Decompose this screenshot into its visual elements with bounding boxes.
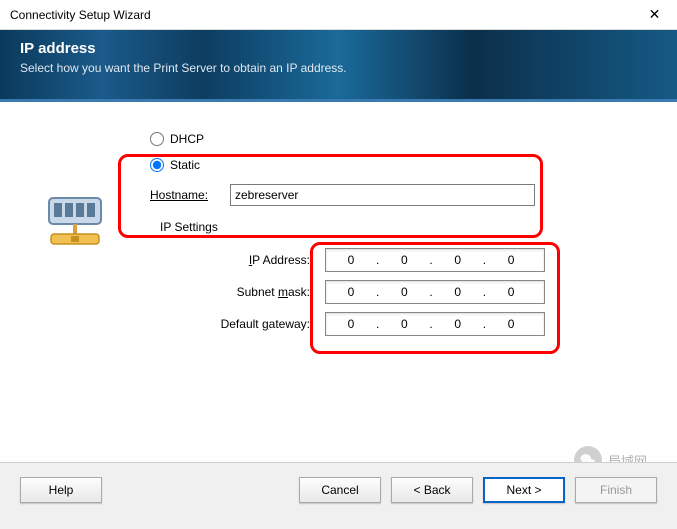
ip-oct[interactable] bbox=[379, 317, 429, 331]
footer: Help Cancel < Back Next > Finish bbox=[0, 462, 677, 517]
hostname-row: Hostname: bbox=[150, 184, 657, 206]
radio-dhcp[interactable] bbox=[150, 132, 164, 146]
ip-oct[interactable] bbox=[486, 317, 536, 331]
content-area: DHCP Static Hostname: IP Settings IP Add… bbox=[0, 102, 677, 462]
next-button[interactable]: Next > bbox=[483, 477, 565, 503]
subnet-mask-field[interactable]: . . . bbox=[325, 280, 545, 304]
ip-oct[interactable] bbox=[433, 317, 483, 331]
radio-static-row[interactable]: Static bbox=[150, 158, 657, 172]
ip-oct[interactable] bbox=[326, 253, 376, 267]
radio-dhcp-label: DHCP bbox=[170, 132, 204, 146]
ip-oct[interactable] bbox=[379, 285, 429, 299]
close-button[interactable]: ✕ bbox=[632, 0, 677, 29]
help-button[interactable]: Help bbox=[20, 477, 102, 503]
radio-static[interactable] bbox=[150, 158, 164, 172]
wizard-header: IP address Select how you want the Print… bbox=[0, 30, 677, 102]
back-button[interactable]: < Back bbox=[391, 477, 473, 503]
ip-address-label: IP Address: bbox=[150, 253, 325, 267]
header-subtitle: Select how you want the Print Server to … bbox=[20, 61, 657, 75]
finish-button: Finish bbox=[575, 477, 657, 503]
subnet-mask-label: Subnet mask: bbox=[150, 285, 325, 299]
titlebar: Connectivity Setup Wizard ✕ bbox=[0, 0, 677, 30]
ip-settings-section-label: IP Settings bbox=[160, 220, 657, 234]
close-icon: ✕ bbox=[649, 6, 661, 23]
form-column: DHCP Static Hostname: IP Settings IP Add… bbox=[130, 132, 657, 452]
ip-oct[interactable] bbox=[486, 253, 536, 267]
radio-static-label: Static bbox=[170, 158, 200, 172]
left-icon-column bbox=[20, 132, 130, 452]
default-gateway-row: Default gateway: . . . bbox=[150, 312, 657, 336]
ip-address-row: IP Address: . . . bbox=[150, 248, 657, 272]
subnet-mask-row: Subnet mask: . . . bbox=[150, 280, 657, 304]
hostname-label: Hostname: bbox=[150, 188, 230, 202]
ip-address-field[interactable]: . . . bbox=[325, 248, 545, 272]
ip-oct[interactable] bbox=[379, 253, 429, 267]
ip-oct[interactable] bbox=[486, 285, 536, 299]
window-title: Connectivity Setup Wizard bbox=[10, 8, 151, 22]
default-gateway-label: Default gateway: bbox=[150, 317, 325, 331]
ip-oct[interactable] bbox=[433, 285, 483, 299]
hostname-input[interactable] bbox=[230, 184, 535, 206]
cancel-button[interactable]: Cancel bbox=[299, 477, 381, 503]
ip-oct[interactable] bbox=[433, 253, 483, 267]
ip-oct[interactable] bbox=[326, 285, 376, 299]
default-gateway-field[interactable]: . . . bbox=[325, 312, 545, 336]
radio-dhcp-row[interactable]: DHCP bbox=[150, 132, 657, 146]
network-device-icon bbox=[43, 192, 107, 256]
ip-oct[interactable] bbox=[326, 317, 376, 331]
header-title: IP address bbox=[20, 40, 657, 57]
